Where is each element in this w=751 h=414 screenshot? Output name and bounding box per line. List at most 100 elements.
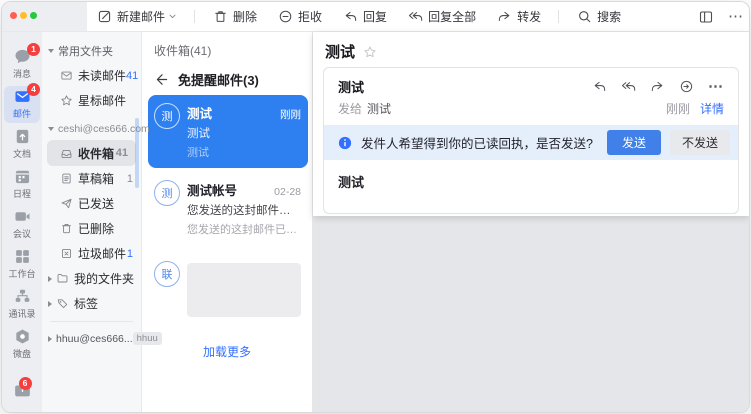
folder-unread[interactable]: 未读邮件 41 <box>42 63 141 88</box>
folder-tags[interactable]: 标签 <box>42 291 141 316</box>
rail-item-workspace-app[interactable]: 6 <box>13 380 32 404</box>
message-time: 刚刚 <box>280 107 301 122</box>
folder-junk[interactable]: 垃圾邮件 1 <box>42 241 141 266</box>
minimize-window-button[interactable] <box>20 12 27 19</box>
folder-icon <box>56 272 69 285</box>
more-icon[interactable]: ⋯ <box>728 9 744 24</box>
drafts-count: 1 <box>127 173 133 185</box>
back-icon[interactable] <box>154 72 169 87</box>
tag-icon <box>56 297 69 310</box>
disclosure-down-icon <box>48 127 54 131</box>
forward-button[interactable]: 转发 <box>497 8 541 25</box>
dont-send-receipt-button[interactable]: 不发送 <box>670 130 730 155</box>
workspace-badge: 6 <box>19 377 32 390</box>
disclosure-right-icon <box>48 336 52 342</box>
sender-name: 测试 <box>338 77 364 96</box>
folder-panel: 常用文件夹 未读邮件 41 星标邮件 ceshi@ces666.com 收件箱 … <box>42 32 142 412</box>
search-icon <box>577 9 592 24</box>
rail-item-workbench[interactable]: 工作台 <box>4 246 40 283</box>
forward-options-icon[interactable] <box>679 79 694 94</box>
app-rail: 消息 1 邮件 4 文档 日程 会议 工作台 <box>2 32 42 412</box>
inbox-icon <box>60 147 73 160</box>
recipient[interactable]: 测试 <box>367 100 391 117</box>
message-item-loading[interactable]: 联 <box>148 253 308 325</box>
rail-item-drive[interactable]: 微盘 <box>4 326 40 363</box>
layout-icon[interactable] <box>698 9 714 25</box>
inbox-count: 41 <box>116 147 128 159</box>
disclosure-down-icon <box>48 49 54 53</box>
titlebar: 新建邮件 删除 拒收 回复 回复全部 转发 <box>2 2 749 32</box>
rail-item-mail[interactable]: 邮件 4 <box>4 86 40 123</box>
folder-deleted[interactable]: 已删除 <box>42 216 141 241</box>
grid-icon <box>14 248 31 265</box>
mail-badge: 4 <box>27 83 40 96</box>
load-more-link[interactable]: 加载更多 <box>142 343 312 360</box>
rail-bottom: 6 <box>2 380 42 404</box>
rail-item-calendar[interactable]: 日程 <box>4 166 40 203</box>
avatar: 测 <box>154 180 180 206</box>
message-item-selected[interactable]: 测 测试 刚刚 测试 测试 <box>148 95 308 168</box>
message-preview: 您发送的这封邮件已经被打开。 <box>187 221 301 237</box>
titlebar-right: ⋯ <box>698 9 749 25</box>
reject-icon <box>278 9 293 24</box>
reply-icon[interactable] <box>592 79 607 94</box>
folder-my-folders[interactable]: 我的文件夹 <box>42 266 141 291</box>
rail-item-meeting[interactable]: 会议 <box>4 206 40 243</box>
forward-icon[interactable] <box>650 79 665 94</box>
account-secondary[interactable]: hhuu@ces666... hhuu <box>42 326 141 351</box>
list-filter-row: 免提醒邮件(3) <box>142 59 312 91</box>
to-label: 发给 <box>338 100 362 117</box>
toolbar-separator <box>558 10 559 23</box>
message-sender: 测试帐号 <box>187 180 268 199</box>
message-title-row: 测试 <box>313 32 749 67</box>
compose-icon <box>97 9 112 24</box>
compose-button[interactable]: 新建邮件 <box>97 8 177 25</box>
account-header[interactable]: ceshi@ces666.com <box>42 113 141 140</box>
titlebar-sidebar-area <box>2 2 87 31</box>
message-card: 测试 ⋯ 发给 测试 刚刚 详情 <box>323 67 739 214</box>
reply-all-button[interactable]: 回复全部 <box>408 8 476 25</box>
draft-icon <box>60 172 73 185</box>
paper-plane-icon <box>60 197 73 210</box>
message-item[interactable]: 测 测试帐号 02-28 您发送的这封邮件已经被打开。 您发送的这封邮件已经被打… <box>148 172 308 245</box>
trash-icon <box>60 222 73 235</box>
rail-item-docs[interactable]: 文档 <box>4 126 40 163</box>
app-window: 新建邮件 删除 拒收 回复 回复全部 转发 <box>1 1 750 413</box>
receipt-text: 发件人希望得到你的已读回执，是否发送? <box>361 133 598 152</box>
search-button[interactable]: 搜索 <box>577 8 621 25</box>
send-receipt-button[interactable]: 发送 <box>607 130 661 155</box>
folder-sent[interactable]: 已发送 <box>42 191 141 216</box>
envelope-icon <box>60 69 73 82</box>
forward-icon <box>497 9 512 24</box>
message-sender: 测试 <box>187 103 274 122</box>
reply-button[interactable]: 回复 <box>343 8 387 25</box>
trash-icon <box>213 9 228 24</box>
more-icon[interactable]: ⋯ <box>708 79 724 94</box>
folder-starred[interactable]: 星标邮件 <box>42 88 141 113</box>
message-body: 测试 <box>324 160 738 213</box>
message-actions: ⋯ <box>592 79 724 94</box>
close-window-button[interactable] <box>10 12 17 19</box>
folder-inbox[interactable]: 收件箱 41 <box>47 140 136 166</box>
rail-item-messages[interactable]: 消息 1 <box>4 46 40 83</box>
reading-pane: 测试 测试 ⋯ 发给 <box>313 32 749 412</box>
section-common-folders[interactable]: 常用文件夹 <box>42 38 141 63</box>
junk-count: 1 <box>127 248 133 260</box>
zoom-window-button[interactable] <box>30 12 37 19</box>
delete-button[interactable]: 删除 <box>213 8 257 25</box>
rail-item-contacts[interactable]: 通讯录 <box>4 286 40 323</box>
reject-button[interactable]: 拒收 <box>278 8 322 25</box>
folder-drafts[interactable]: 草稿箱 1 <box>42 166 141 191</box>
video-icon <box>14 208 31 225</box>
star-icon[interactable] <box>363 45 377 59</box>
detail-link[interactable]: 详情 <box>700 100 724 117</box>
message-sheet: 测试 测试 ⋯ 发给 <box>313 32 749 216</box>
toolbar: 新建邮件 删除 拒收 回复 回复全部 转发 <box>87 2 698 31</box>
loading-skeleton <box>187 263 301 317</box>
divider <box>50 321 133 322</box>
chevron-down-icon <box>168 12 177 21</box>
star-icon <box>60 94 73 107</box>
reply-all-icon[interactable] <box>621 79 636 94</box>
junk-icon <box>60 247 73 260</box>
folder-scrollbar-thumb[interactable] <box>135 118 139 188</box>
